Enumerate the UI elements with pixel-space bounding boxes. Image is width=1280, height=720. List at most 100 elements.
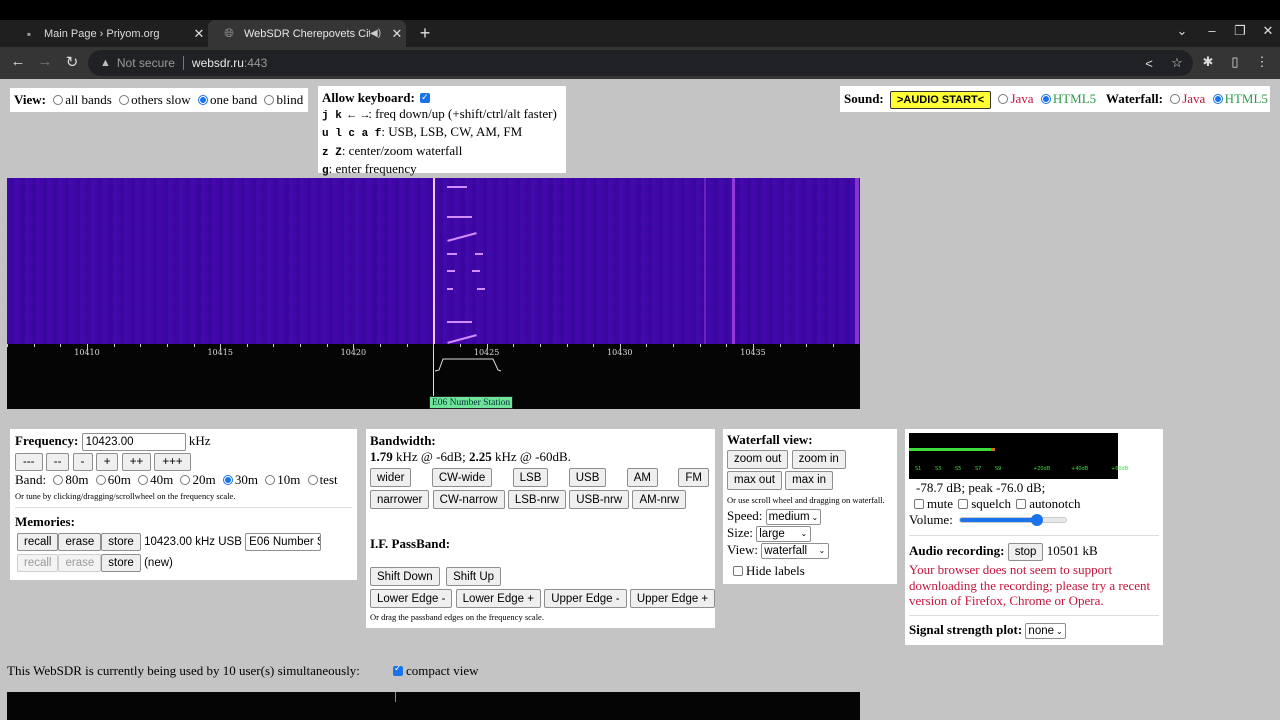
step-up-3-button[interactable]: +++	[154, 453, 191, 472]
max-out-button[interactable]: max out	[727, 471, 782, 490]
squelch-option[interactable]: squelch	[956, 496, 1011, 511]
band-40m[interactable]: 40m	[134, 472, 173, 487]
band-20m[interactable]: 20m	[176, 472, 216, 487]
cw-narrow-button[interactable]: CW-narrow	[432, 490, 505, 509]
am-button[interactable]: AM	[626, 468, 659, 487]
new-tab-button[interactable]: +	[415, 23, 435, 44]
forward-icon[interactable]: →	[35, 53, 55, 70]
wider-button[interactable]: wider	[370, 468, 412, 487]
close-window-icon[interactable]: ✕	[1256, 23, 1280, 39]
back-icon[interactable]: ←	[8, 53, 28, 70]
lower-edge-minus-button[interactable]: Lower Edge -	[370, 589, 453, 608]
station-label[interactable]: E06 Number Station	[429, 396, 514, 409]
narrower-button[interactable]: narrower	[370, 490, 430, 509]
view-select[interactable]: waterfall ⌄	[761, 543, 830, 560]
zoom-out-button[interactable]: zoom out	[727, 450, 789, 469]
compact-view-checkbox[interactable]	[393, 664, 403, 677]
allow-keyboard-checkbox[interactable]	[420, 91, 431, 107]
step-down-2-button[interactable]: --	[45, 453, 70, 472]
hide-labels-checkbox[interactable]	[733, 566, 743, 577]
waterfall-html5-radio[interactable]	[1212, 94, 1223, 105]
share-icon[interactable]: <	[1139, 56, 1159, 71]
frequency-scale[interactable]: E06 Number Station 10410 10415 10420 10425 1…	[7, 344, 861, 409]
band-60m[interactable]: 60m	[92, 472, 131, 487]
audio-start-button[interactable]: >AUDIO START<	[890, 91, 992, 110]
minimize-icon[interactable]: –	[1200, 23, 1224, 38]
store-button[interactable]: store	[101, 554, 141, 573]
zoom-in-button[interactable]: zoom in	[791, 450, 846, 469]
band-10m[interactable]: 10m	[261, 472, 300, 487]
close-tab-icon[interactable]: ✕	[388, 26, 406, 42]
size-select[interactable]: large ⌄	[756, 526, 812, 543]
frequency-input[interactable]: 10423.00	[81, 433, 186, 452]
lsb-narrow-button[interactable]: LSB-nrw	[507, 490, 566, 509]
extensions-icon[interactable]: ✱	[1198, 54, 1218, 70]
restore-icon[interactable]: ❐	[1228, 23, 1252, 39]
sound-java-radio[interactable]	[998, 94, 1009, 105]
usb-narrow-button[interactable]: USB-nrw	[569, 490, 630, 509]
view-option-all-bands[interactable]: all bands	[49, 92, 112, 107]
erase-button[interactable]: erase	[58, 554, 102, 573]
compact-view-option[interactable]: compact view	[391, 663, 479, 679]
am-narrow-button[interactable]: AM-nrw	[632, 490, 687, 509]
radio[interactable]	[53, 95, 64, 106]
passband-shape[interactable]	[435, 356, 505, 374]
audio-playing-icon[interactable]: ◀)	[370, 28, 384, 39]
sound-html5-radio[interactable]	[1040, 94, 1051, 105]
radio[interactable]	[119, 95, 130, 106]
waterfall-display[interactable]	[7, 178, 860, 344]
view-option-others-slow[interactable]: others slow	[115, 92, 191, 107]
s-meter-peak	[990, 448, 995, 451]
cw-wide-button[interactable]: CW-wide	[431, 468, 493, 487]
fm-button[interactable]: FM	[678, 468, 709, 487]
band-80m[interactable]: 80m	[49, 472, 88, 487]
autonotch-option[interactable]: autonotch	[1014, 496, 1080, 511]
menu-icon[interactable]: ⋮	[1252, 54, 1272, 70]
tab-priyom[interactable]: ▪ Main Page › Priyom.org ✕	[8, 20, 208, 47]
usb-button[interactable]: USB	[568, 468, 607, 487]
band-overview[interactable]	[7, 692, 860, 720]
step-down-3-button[interactable]: ---	[15, 453, 43, 472]
tab-search-icon[interactable]: ⌄	[1170, 23, 1194, 39]
erase-button[interactable]: erase	[58, 533, 102, 552]
memory-name-input[interactable]: E06 Number S	[245, 533, 322, 552]
s-meter-scale-label: +60dB	[1111, 466, 1129, 472]
store-button[interactable]: store	[101, 533, 141, 552]
shift-down-button[interactable]: Shift Down	[370, 567, 440, 586]
upper-edge-plus-button[interactable]: Upper Edge +	[629, 589, 716, 608]
step-up-2-button[interactable]: ++	[121, 453, 152, 472]
warning-icon[interactable]: ▲	[100, 57, 111, 69]
max-in-button[interactable]: max in	[785, 471, 834, 490]
address-bar[interactable]: ▲ Not secure websdr.ru:443 < ☆	[88, 50, 1193, 76]
band-test[interactable]: test	[304, 472, 338, 487]
waterfall-java-radio[interactable]	[1170, 94, 1181, 105]
close-tab-icon[interactable]: ✕	[190, 26, 208, 42]
shift-up-button[interactable]: Shift Up	[446, 567, 502, 586]
radio[interactable]	[264, 95, 275, 106]
reload-icon[interactable]: ↻	[62, 53, 82, 71]
upper-edge-minus-button[interactable]: Upper Edge -	[544, 589, 627, 608]
volume-thumb[interactable]	[1031, 514, 1044, 526]
lsb-button[interactable]: LSB	[512, 468, 549, 487]
recall-button[interactable]: recall	[17, 554, 59, 573]
lower-edge-plus-button[interactable]: Lower Edge +	[455, 589, 541, 608]
step-down-1-button[interactable]: -	[72, 453, 93, 472]
view-option-one-band[interactable]: one band	[194, 92, 257, 107]
scale-tick	[459, 344, 461, 347]
view-option-blind[interactable]: blind	[260, 92, 303, 107]
band-30m[interactable]: 30m	[219, 472, 258, 487]
stop-recording-button[interactable]: stop	[1007, 543, 1044, 562]
volume-slider[interactable]	[959, 514, 1067, 526]
signal-plot-select[interactable]: none ⌄	[1025, 622, 1066, 639]
radio[interactable]	[197, 95, 208, 106]
speed-select[interactable]: medium ⌄	[765, 509, 822, 526]
bookmark-star-icon[interactable]: ☆	[1167, 55, 1187, 71]
security-status[interactable]: Not secure	[117, 56, 175, 70]
passband-hint: Or drag the passband edges on the freque…	[370, 612, 544, 622]
hide-labels-option[interactable]: Hide labels	[731, 563, 893, 579]
step-up-1-button[interactable]: +	[95, 453, 119, 472]
recall-button[interactable]: recall	[17, 533, 59, 552]
mute-option[interactable]: mute	[912, 496, 953, 511]
side-panel-icon[interactable]: ▯	[1225, 54, 1245, 70]
tab-websdr[interactable]: 🌐︎ WebSDR Cherepovets City (R ◀) ✕	[208, 20, 406, 47]
